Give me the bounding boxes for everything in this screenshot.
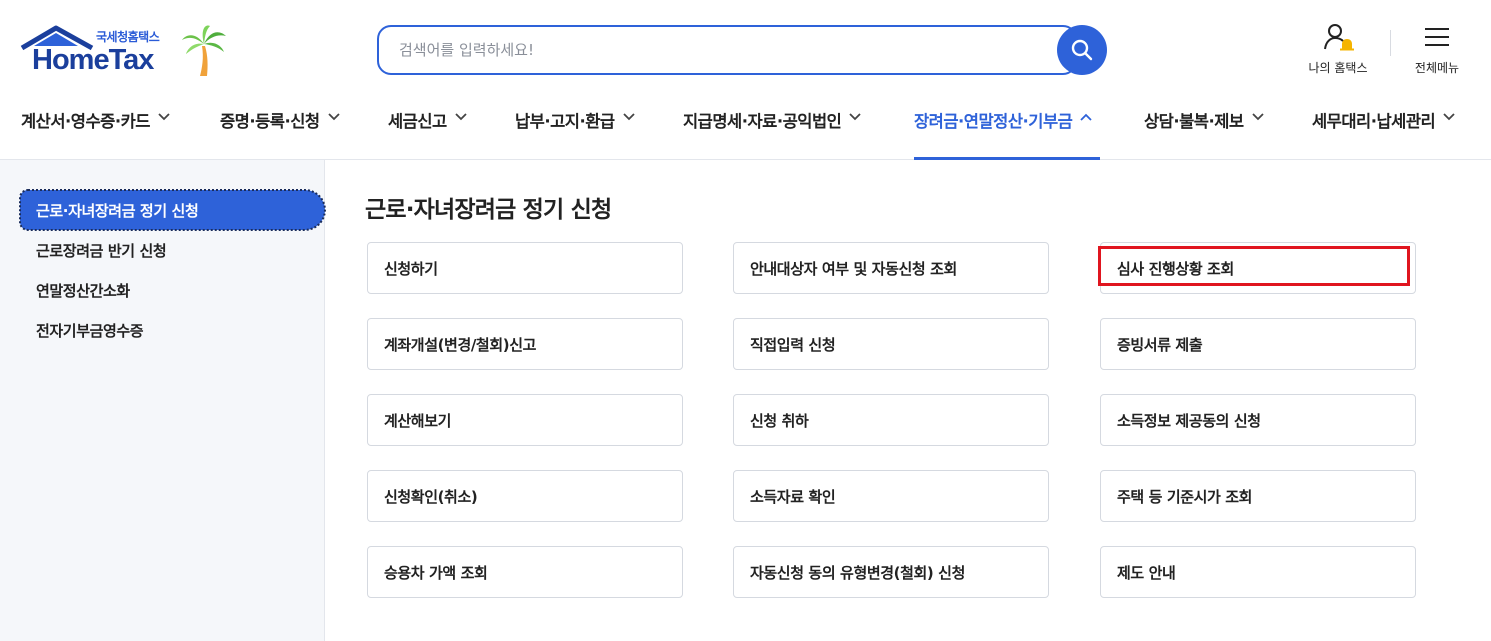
- search-input[interactable]: [377, 25, 1077, 75]
- chevron-up-icon: [1080, 113, 1092, 121]
- gnb-item-incentive-yearend-donation[interactable]: 장려금·연말정산·기부금: [914, 96, 1100, 160]
- sidebar-item-regular-application[interactable]: 근로·자녀장려금 정기 신청: [19, 189, 326, 231]
- gnb-item-tax-return[interactable]: 세금신고: [388, 96, 467, 160]
- gnb-item-tax-agent[interactable]: 세무대리·납세관리: [1312, 96, 1455, 160]
- chevron-down-icon: [158, 113, 170, 121]
- tile-review-status-inquiry[interactable]: 심사 진행상황 조회: [1100, 242, 1416, 294]
- tile-program-guide[interactable]: 제도 안내: [1100, 546, 1416, 598]
- chevron-down-icon: [327, 113, 340, 121]
- hamburger-icon: [1425, 28, 1449, 46]
- logo-subtitle: 국세청홈택스: [96, 30, 160, 44]
- search-button[interactable]: [1057, 25, 1107, 75]
- logo-wordmark: HomeTax: [32, 44, 154, 76]
- gnb-item-label: 상담·불복·제보: [1144, 112, 1244, 131]
- tile-car-value-inquiry[interactable]: 승용차 가액 조회: [367, 546, 683, 598]
- tile-apply[interactable]: 신청하기: [367, 242, 683, 294]
- tile-application-confirm-cancel[interactable]: 신청확인(취소): [367, 470, 683, 522]
- palm-tree-icon: [182, 25, 226, 76]
- chevron-down-icon: [455, 113, 467, 121]
- hometax-logo[interactable]: 국세청홈택스 HomeTax: [20, 24, 230, 78]
- left-sidebar: 근로·자녀장려금 정기 신청 근로장려금 반기 신청 연말정산간소화 전자기부금…: [0, 160, 326, 641]
- tile-income-info-consent[interactable]: 소득정보 제공동의 신청: [1100, 394, 1416, 446]
- sidebar-item-yearend-simplified[interactable]: 연말정산간소화: [20, 270, 325, 310]
- gnb-item-label: 장려금·연말정산·기부금: [914, 112, 1073, 131]
- gnb-item-certificate-registration[interactable]: 증명·등록·신청: [220, 96, 340, 160]
- chevron-down-icon: [849, 113, 861, 121]
- tile-calculator[interactable]: 계산해보기: [367, 394, 683, 446]
- user-bell-icon: [1324, 24, 1354, 51]
- tile-auto-apply-consent-change[interactable]: 자동신청 동의 유형변경(철회) 신청: [733, 546, 1049, 598]
- gnb-item-label: 세무대리·납세관리: [1312, 112, 1436, 131]
- tile-income-data-check[interactable]: 소득자료 확인: [733, 470, 1049, 522]
- gnb-item-label: 증명·등록·신청: [220, 112, 320, 131]
- tile-submit-documents[interactable]: 증빙서류 제출: [1100, 318, 1416, 370]
- gnb-item-consult-appeal-report[interactable]: 상담·불복·제보: [1144, 96, 1264, 160]
- search-icon: [1071, 39, 1093, 61]
- all-menu-label: 전체메뉴: [1414, 61, 1460, 75]
- tile-housing-price-inquiry[interactable]: 주택 등 기준시가 조회: [1100, 470, 1416, 522]
- chevron-down-icon: [1251, 113, 1264, 121]
- chevron-down-icon: [1443, 113, 1455, 121]
- my-hometax-label: 나의 홈택스: [1308, 61, 1368, 75]
- main-navigation: 계산서·영수증·카드 증명·등록·신청 세금신고 납부·고지·환급 지급명세·자…: [0, 96, 1491, 160]
- gnb-item-payment-refund[interactable]: 납부·고지·환급: [515, 96, 635, 160]
- tile-eligibility-auto-apply-inquiry[interactable]: 안내대상자 여부 및 자동신청 조회: [733, 242, 1049, 294]
- gnb-item-label: 납부·고지·환급: [515, 112, 615, 131]
- sidebar-item-donation-receipt[interactable]: 전자기부금영수증: [20, 310, 325, 350]
- chevron-down-icon: [622, 113, 635, 121]
- tile-direct-input-apply[interactable]: 직접입력 신청: [733, 318, 1049, 370]
- util-divider: [1390, 30, 1391, 56]
- gnb-item-invoice-receipt-card[interactable]: 계산서·영수증·카드: [21, 96, 170, 160]
- page-title: 근로·자녀장려금 정기 신청: [365, 197, 612, 223]
- my-hometax-button[interactable]: 나의 홈택스: [1300, 22, 1376, 76]
- gnb-item-label: 지급명세·자료·공익법인: [683, 112, 842, 131]
- gnb-item-label: 계산서·영수증·카드: [21, 112, 150, 131]
- gnb-item-label: 세금신고: [388, 112, 447, 131]
- search-bar: [377, 25, 1107, 75]
- tile-account-report[interactable]: 계좌개설(변경/철회)신고: [367, 318, 683, 370]
- sidebar-item-half-year-application[interactable]: 근로장려금 반기 신청: [20, 230, 325, 270]
- all-menu-button[interactable]: 전체메뉴: [1406, 22, 1468, 76]
- site-header: 국세청홈택스 HomeTax 나의 홈택스: [0, 0, 1491, 160]
- gnb-item-payment-statement[interactable]: 지급명세·자료·공익법인: [683, 96, 861, 160]
- tile-withdraw-application[interactable]: 신청 취하: [733, 394, 1049, 446]
